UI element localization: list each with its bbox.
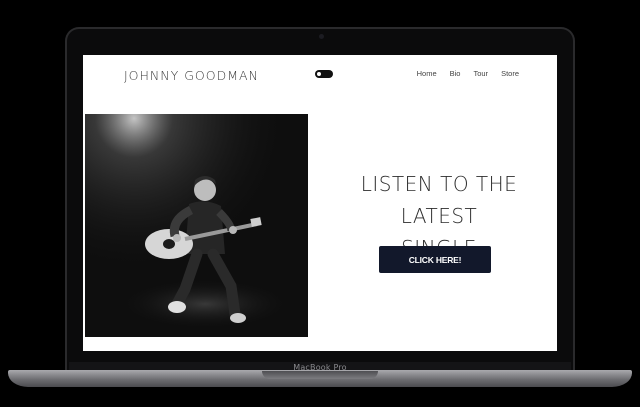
website-screen: JOHNNY GOODMAN Home Bio Tour Store LISTE… [83, 55, 557, 351]
lid-open-notch [262, 371, 378, 379]
nav-tour-link[interactable]: Tour [473, 69, 488, 78]
hero-headline-line1: LISTEN TO THE LATEST [360, 172, 518, 228]
nav-home-link[interactable]: Home [417, 69, 437, 78]
guitarist-illustration [85, 114, 308, 337]
nav-bio-link[interactable]: Bio [450, 69, 461, 78]
main-nav: Home Bio Tour Store [417, 69, 519, 78]
webcam-icon [319, 34, 324, 39]
theme-toggle[interactable] [315, 70, 333, 78]
toggle-knob-icon [317, 72, 321, 76]
site-brand-logo[interactable]: JOHNNY GOODMAN [124, 68, 259, 83]
hero-photo-guitarist [85, 114, 308, 337]
nav-store-link[interactable]: Store [501, 69, 519, 78]
device-model-label: MacBook Pro [293, 363, 347, 372]
click-here-button[interactable]: CLICK HERE! [379, 246, 491, 273]
